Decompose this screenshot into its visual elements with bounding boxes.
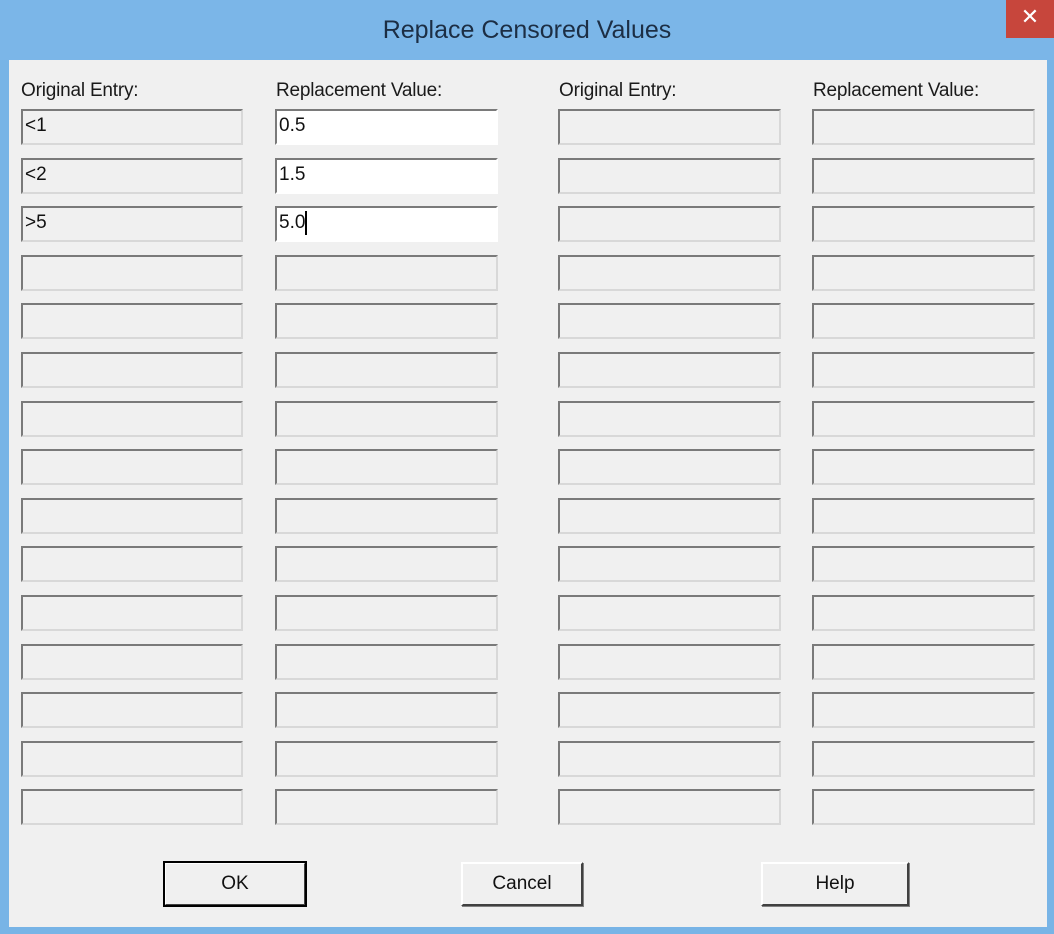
help-button[interactable]: Help bbox=[761, 862, 909, 906]
right-replacement-value-field bbox=[812, 158, 1035, 194]
left-replacement-value-field[interactable]: 5.0 bbox=[275, 206, 498, 242]
right-replacement-value-field bbox=[812, 109, 1035, 145]
right-replacement-value-field bbox=[812, 692, 1035, 728]
right-replacement-value-field bbox=[812, 449, 1035, 485]
right-replacement-value-field bbox=[812, 401, 1035, 437]
left-replacement-value-header: Replacement Value: bbox=[276, 80, 443, 101]
text-caret bbox=[305, 210, 308, 235]
left-original-entry-field bbox=[21, 546, 243, 582]
left-original-entry-field bbox=[21, 789, 243, 825]
right-replacement-value-field bbox=[812, 303, 1035, 339]
left-replacement-value-field bbox=[275, 498, 498, 534]
right-replacement-value-field bbox=[812, 644, 1035, 680]
title-bar[interactable]: Replace Censored Values ✕ bbox=[0, 0, 1054, 60]
right-original-entry-field bbox=[558, 498, 781, 534]
right-original-entry-field bbox=[558, 109, 781, 145]
close-button[interactable]: ✕ bbox=[1006, 0, 1054, 38]
right-replacement-value-field bbox=[812, 741, 1035, 777]
right-replacement-value-header: Replacement Value: bbox=[813, 80, 980, 101]
right-replacement-value-field bbox=[812, 595, 1035, 631]
left-replacement-value-field[interactable]: 1.5 bbox=[275, 158, 498, 194]
right-original-entry-field bbox=[558, 303, 781, 339]
left-original-entry-field bbox=[21, 303, 243, 339]
left-replacement-value-field bbox=[275, 449, 498, 485]
right-original-entry-field bbox=[558, 352, 781, 388]
left-replacement-value-field bbox=[275, 741, 498, 777]
right-original-entry-field bbox=[558, 255, 781, 291]
left-original-entry-field bbox=[21, 741, 243, 777]
ok-button[interactable]: OK bbox=[163, 861, 307, 907]
left-replacement-value-field bbox=[275, 595, 498, 631]
right-replacement-value-field bbox=[812, 789, 1035, 825]
right-original-entry-field bbox=[558, 206, 781, 242]
right-original-entry-field bbox=[558, 692, 781, 728]
dialog-title: Replace Censored Values bbox=[382, 16, 672, 44]
right-replacement-value-field bbox=[812, 546, 1035, 582]
left-original-entry-field: >5 bbox=[21, 206, 243, 242]
left-replacement-value-field bbox=[275, 789, 498, 825]
right-original-entry-field bbox=[558, 401, 781, 437]
left-replacement-value-field bbox=[275, 303, 498, 339]
left-replacement-value-field bbox=[275, 546, 498, 582]
left-replacement-value-field bbox=[275, 255, 498, 291]
left-original-entry-header: Original Entry: bbox=[21, 80, 139, 101]
left-original-entry-field bbox=[21, 595, 243, 631]
dialog-body: Original Entry: Replacement Value: Origi… bbox=[9, 60, 1047, 927]
left-original-entry-field bbox=[21, 644, 243, 680]
left-original-entry-field bbox=[21, 255, 243, 291]
right-original-entry-field bbox=[558, 789, 781, 825]
right-original-entry-field bbox=[558, 158, 781, 194]
right-original-entry-header: Original Entry: bbox=[559, 80, 677, 101]
right-original-entry-field bbox=[558, 644, 781, 680]
right-replacement-value-field bbox=[812, 206, 1035, 242]
left-original-entry-field: <2 bbox=[21, 158, 243, 194]
close-icon: ✕ bbox=[1020, 5, 1040, 30]
right-original-entry-field bbox=[558, 741, 781, 777]
left-original-entry-field bbox=[21, 401, 243, 437]
left-replacement-value-field bbox=[275, 644, 498, 680]
cancel-button[interactable]: Cancel bbox=[461, 862, 583, 906]
left-replacement-value-field bbox=[275, 692, 498, 728]
left-original-entry-field: <1 bbox=[21, 109, 243, 145]
left-replacement-value-field bbox=[275, 401, 498, 437]
right-replacement-value-field bbox=[812, 498, 1035, 534]
left-original-entry-field bbox=[21, 498, 243, 534]
right-replacement-value-field bbox=[812, 255, 1035, 291]
right-original-entry-field bbox=[558, 595, 781, 631]
left-original-entry-field bbox=[21, 449, 243, 485]
right-replacement-value-field bbox=[812, 352, 1035, 388]
dialog-window: Replace Censored Values ✕ Original Entry… bbox=[0, 0, 1054, 934]
left-replacement-value-field[interactable]: 0.5 bbox=[275, 109, 498, 145]
right-original-entry-field bbox=[558, 449, 781, 485]
left-original-entry-field bbox=[21, 692, 243, 728]
right-original-entry-field bbox=[558, 546, 781, 582]
left-original-entry-field bbox=[21, 352, 243, 388]
left-replacement-value-field bbox=[275, 352, 498, 388]
